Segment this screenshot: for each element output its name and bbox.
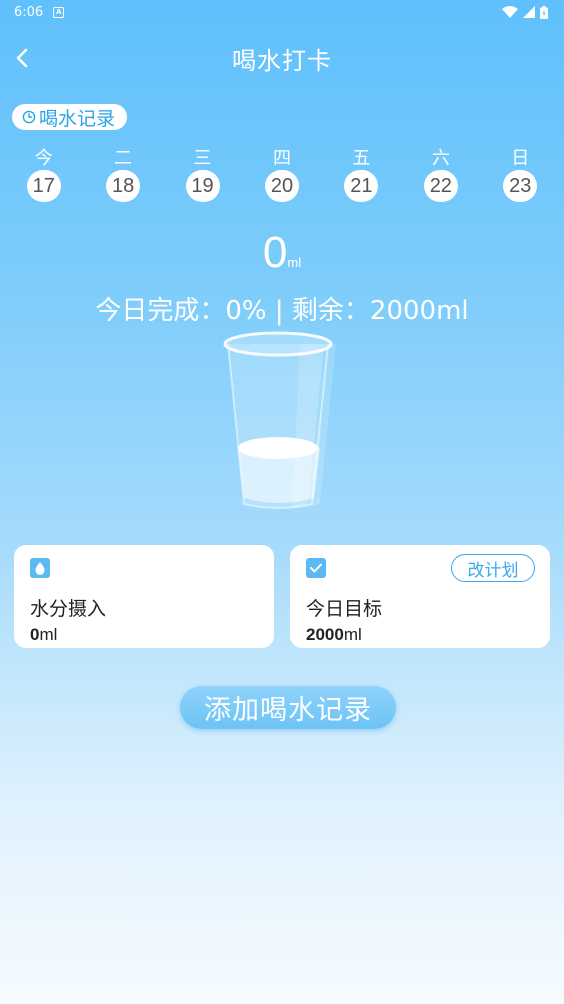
daily-goal-unit: ml <box>343 625 362 644</box>
water-glass-icon <box>223 331 336 509</box>
day-item[interactable]: 四 20 <box>242 146 321 202</box>
intake-amount: 0ml <box>0 228 564 278</box>
water-intake-unit: ml <box>39 625 58 644</box>
daily-goal-value: 2000ml <box>306 625 362 645</box>
day-date: 22 <box>423 170 458 202</box>
status-bar: 6:06 A <box>0 0 564 24</box>
day-label: 今 <box>34 148 53 169</box>
checkbox-icon <box>306 558 326 578</box>
drink-record-label: 喝水记录 <box>39 107 116 130</box>
day-date: 18 <box>106 170 141 202</box>
day-date: 23 <box>503 170 538 202</box>
day-item[interactable]: 二 18 <box>83 146 162 202</box>
day-label: 六 <box>431 148 450 169</box>
battery-icon <box>540 5 548 19</box>
notification-icon: A <box>53 6 65 18</box>
day-label: 五 <box>352 148 371 169</box>
day-item[interactable]: 五 21 <box>322 146 401 202</box>
day-item[interactable]: 今 17 <box>4 146 83 202</box>
intake-amount-unit: ml <box>287 255 302 270</box>
clock-icon <box>22 110 36 124</box>
daily-goal-number: 2000 <box>306 625 344 644</box>
water-intake-title: 水分摄入 <box>30 598 107 620</box>
day-date: 17 <box>26 170 61 202</box>
progress-summary: 今日完成：0% | 剩余：2000ml <box>95 296 469 326</box>
day-label: 四 <box>272 148 291 169</box>
week-selector: 今 17 二 18 三 19 四 20 五 21 六 22 日 23 <box>4 146 560 202</box>
water-intake-value: 0ml <box>30 625 57 645</box>
day-date: 19 <box>185 170 220 202</box>
drink-record-button[interactable]: 喝水记录 <box>12 104 128 130</box>
daily-goal-title: 今日目标 <box>306 598 383 620</box>
page-title: 喝水打卡 <box>232 46 332 75</box>
day-label: 二 <box>114 148 133 169</box>
wifi-icon <box>502 6 518 18</box>
change-plan-button[interactable]: 改计划 <box>451 554 535 582</box>
intake-amount-value: 0 <box>262 228 288 277</box>
cellular-signal-icon <box>523 6 535 18</box>
back-button[interactable] <box>6 42 38 74</box>
daily-goal-card: 改计划 今日目标 2000ml <box>290 545 550 648</box>
day-item[interactable]: 日 23 <box>481 146 560 202</box>
day-label: 日 <box>511 148 530 169</box>
water-intake-card: 水分摄入 0ml <box>14 545 274 648</box>
day-label: 三 <box>193 148 212 169</box>
day-date: 20 <box>264 170 299 202</box>
day-item[interactable]: 六 22 <box>401 146 480 202</box>
add-drink-record-button[interactable]: 添加喝水记录 <box>180 686 396 729</box>
water-drop-icon <box>30 558 50 578</box>
header: 喝水打卡 <box>0 30 564 86</box>
day-item[interactable]: 三 19 <box>163 146 242 202</box>
chevron-left-icon <box>16 48 28 68</box>
day-date: 21 <box>344 170 379 202</box>
status-time: 6:06 <box>14 4 44 20</box>
